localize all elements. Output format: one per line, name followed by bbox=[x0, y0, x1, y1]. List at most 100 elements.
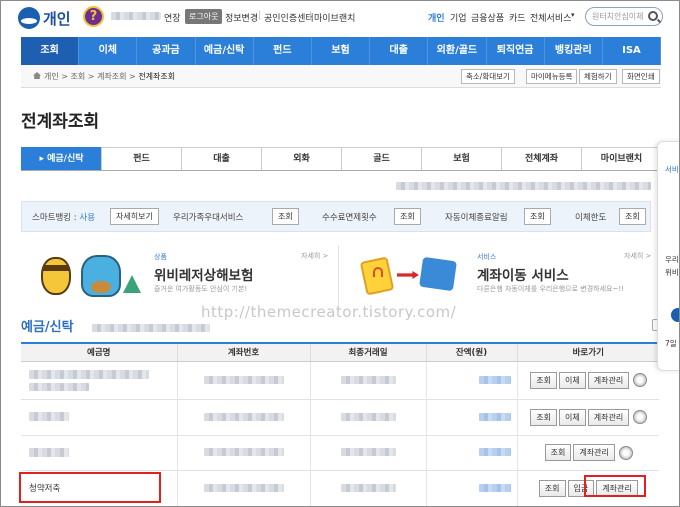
account-name-cell[interactable] bbox=[21, 361, 177, 400]
more-options-icon[interactable] bbox=[618, 445, 633, 460]
account-number-cell bbox=[176, 361, 310, 400]
woori-logo-icon[interactable] bbox=[18, 7, 40, 29]
divider: | bbox=[309, 11, 313, 21]
add-mymenu-button[interactable]: 마이메뉴등록 bbox=[526, 69, 578, 84]
balance-cell[interactable] bbox=[425, 435, 517, 471]
table-row: 조회 이체 계좌관리 bbox=[21, 361, 659, 400]
banner-account-transfer[interactable]: 서비스 계좌이동 서비스 다른은행 자동이체를 우리은행으로 변경하세요~!! … bbox=[341, 245, 661, 309]
home-icon[interactable] bbox=[33, 72, 41, 79]
balance-cell[interactable] bbox=[425, 361, 517, 400]
tab-forex[interactable]: 외화 bbox=[261, 147, 342, 170]
logout-button[interactable]: 로그아웃 bbox=[185, 9, 223, 24]
banner-category: 서비스 bbox=[477, 253, 497, 261]
transfer-button[interactable]: 이체 bbox=[559, 408, 586, 426]
banner-more-link[interactable]: 자세히 > bbox=[624, 251, 651, 261]
column-header: 바로가기 bbox=[516, 342, 659, 362]
family-service-button[interactable]: 조회 bbox=[272, 208, 299, 225]
more-options-icon[interactable] bbox=[633, 410, 648, 424]
divider: | bbox=[258, 11, 262, 21]
last-transaction-cell bbox=[309, 361, 426, 400]
auto-transfer-button[interactable]: 조회 bbox=[524, 208, 551, 225]
link-info-change[interactable]: 정보변경 bbox=[225, 11, 258, 24]
account-name-cell[interactable] bbox=[21, 399, 177, 436]
nav-item-isa[interactable]: ISA bbox=[603, 37, 662, 65]
zoom-button[interactable]: 축소/확대보기 bbox=[461, 69, 515, 84]
guitar-icon bbox=[91, 281, 111, 293]
column-header: 예금명 bbox=[21, 342, 177, 362]
segment-card[interactable]: 카드 bbox=[509, 11, 526, 24]
window-frame: 개인 ? 연장 로그아웃 정보변경 | 공인인증센터 | 마이브랜치 개인 기업… bbox=[0, 0, 680, 507]
inquiry-button[interactable]: 조회 bbox=[544, 444, 572, 461]
nav-item-deposit[interactable]: 예금/신탁 bbox=[196, 37, 254, 65]
account-manage-button[interactable]: 계좌관리 bbox=[573, 444, 615, 461]
tab-insurance[interactable]: 보험 bbox=[421, 147, 502, 170]
table-row: 조회 계좌관리 bbox=[21, 435, 659, 471]
transfer-limit-button[interactable]: 조회 bbox=[619, 208, 646, 225]
more-options-icon[interactable] bbox=[633, 373, 648, 387]
nav-item-insurance[interactable]: 보험 bbox=[312, 37, 371, 65]
tab-loan[interactable]: 대출 bbox=[181, 147, 262, 170]
account-number-cell bbox=[176, 470, 310, 506]
bank-card-icon bbox=[419, 256, 457, 292]
balance-cell[interactable] bbox=[425, 470, 517, 506]
banner-insurance[interactable]: 상품 위비레저상해보험 즐거운 여가활동도 안심이 기본! 자세히 > bbox=[21, 245, 339, 309]
inquiry-button[interactable]: 조회 bbox=[530, 408, 558, 426]
tab-all-accounts[interactable]: 전체계좌 bbox=[501, 147, 582, 170]
nav-item-loan[interactable]: 대출 bbox=[370, 37, 429, 65]
tab-fund[interactable]: 펀드 bbox=[101, 147, 182, 170]
banner-more-link[interactable]: 자세히 > bbox=[301, 251, 328, 261]
print-button[interactable]: 화면인쇄 bbox=[622, 69, 660, 84]
segment-business[interactable]: 기업 bbox=[450, 11, 467, 24]
account-number-cell bbox=[176, 399, 310, 436]
nav-item-transfer[interactable]: 이체 bbox=[79, 37, 138, 65]
breadcrumb-item[interactable]: 계좌조회 bbox=[97, 72, 126, 81]
inquiry-button[interactable]: 조회 bbox=[530, 371, 558, 389]
account-manage-button[interactable]: 계좌관리 bbox=[587, 408, 630, 426]
nav-item-inquiry[interactable]: 조회 bbox=[21, 37, 80, 65]
smart-banking-label: 스마트뱅킹 : 사용 bbox=[32, 211, 95, 223]
nav-item-banking[interactable]: 뱅킹관리 bbox=[545, 37, 603, 65]
breadcrumb-item[interactable]: 조회 bbox=[71, 72, 86, 81]
side-panel[interactable]: 서비 우리 위비 7일 bbox=[657, 141, 679, 371]
fee-waiver-label: 수수료면제횟수 bbox=[322, 213, 377, 223]
tab-deposit[interactable]: ▸ 예금/신탁 bbox=[21, 147, 102, 170]
segment-personal[interactable]: 개인 bbox=[428, 11, 445, 24]
tab-gold[interactable]: 골드 bbox=[341, 147, 422, 170]
nav-item-fund[interactable]: 펀드 bbox=[254, 37, 312, 65]
fee-waiver-button[interactable]: 조회 bbox=[394, 208, 421, 225]
nav-item-pension[interactable]: 퇴직연금 bbox=[487, 37, 545, 65]
nav-item-forex[interactable]: 외환/골드 bbox=[428, 37, 487, 65]
breadcrumb-item[interactable]: 개인 bbox=[44, 72, 59, 81]
extend-session-link[interactable]: 연장 bbox=[164, 11, 181, 24]
bee-mascot-icon bbox=[41, 257, 71, 295]
column-header: 잔액(원) bbox=[425, 342, 517, 362]
account-name-cell[interactable] bbox=[21, 435, 177, 471]
segment-products[interactable]: 금융상품 bbox=[471, 11, 504, 24]
inquiry-button[interactable]: 조회 bbox=[538, 479, 566, 497]
link-cert-center[interactable]: 공인인증센터 bbox=[264, 11, 314, 24]
link-mybranch[interactable]: 마이브랜치 bbox=[314, 11, 355, 24]
transfer-button[interactable]: 이체 bbox=[559, 371, 586, 389]
watermark: http://themecreator.tistory.com/ bbox=[201, 303, 457, 321]
search-input[interactable]: 원터치안심이체 bbox=[585, 7, 663, 26]
balance-cell[interactable] bbox=[425, 399, 517, 436]
try-button[interactable]: 체험하기 bbox=[579, 69, 617, 84]
tab-mybranch[interactable]: 마이브랜치 bbox=[581, 147, 662, 170]
search-icon[interactable] bbox=[648, 11, 658, 21]
breadcrumb-current: 전계좌조회 bbox=[138, 72, 176, 81]
nav-item-utility[interactable]: 공과금 bbox=[137, 37, 196, 65]
app-badge-icon[interactable] bbox=[671, 308, 679, 322]
banner-title: 위비레저상해보험 bbox=[154, 268, 254, 284]
blurred-user-info bbox=[396, 181, 651, 191]
account-manage-button[interactable]: 계좌관리 bbox=[587, 371, 630, 389]
banner-subtitle: 다른은행 자동이체를 우리은행으로 변경하세요~!! bbox=[477, 285, 624, 293]
chevron-down-icon[interactable]: ▾ bbox=[571, 11, 575, 19]
side-panel-text: 위비 bbox=[665, 268, 679, 277]
help-icon[interactable]: ? bbox=[83, 6, 104, 27]
smart-detail-button[interactable]: 자세히보기 bbox=[110, 208, 159, 225]
transfer-limit-label: 이체한도 bbox=[575, 213, 607, 223]
side-panel-text: 서비 bbox=[665, 165, 679, 174]
segment-all-services[interactable]: 전체서비스 bbox=[530, 11, 571, 24]
family-service-label: 우리가족우대서비스 bbox=[173, 213, 244, 223]
table-header-row: 예금명 계좌번호 최종거래일 잔액(원) 바로가기 bbox=[21, 342, 659, 362]
